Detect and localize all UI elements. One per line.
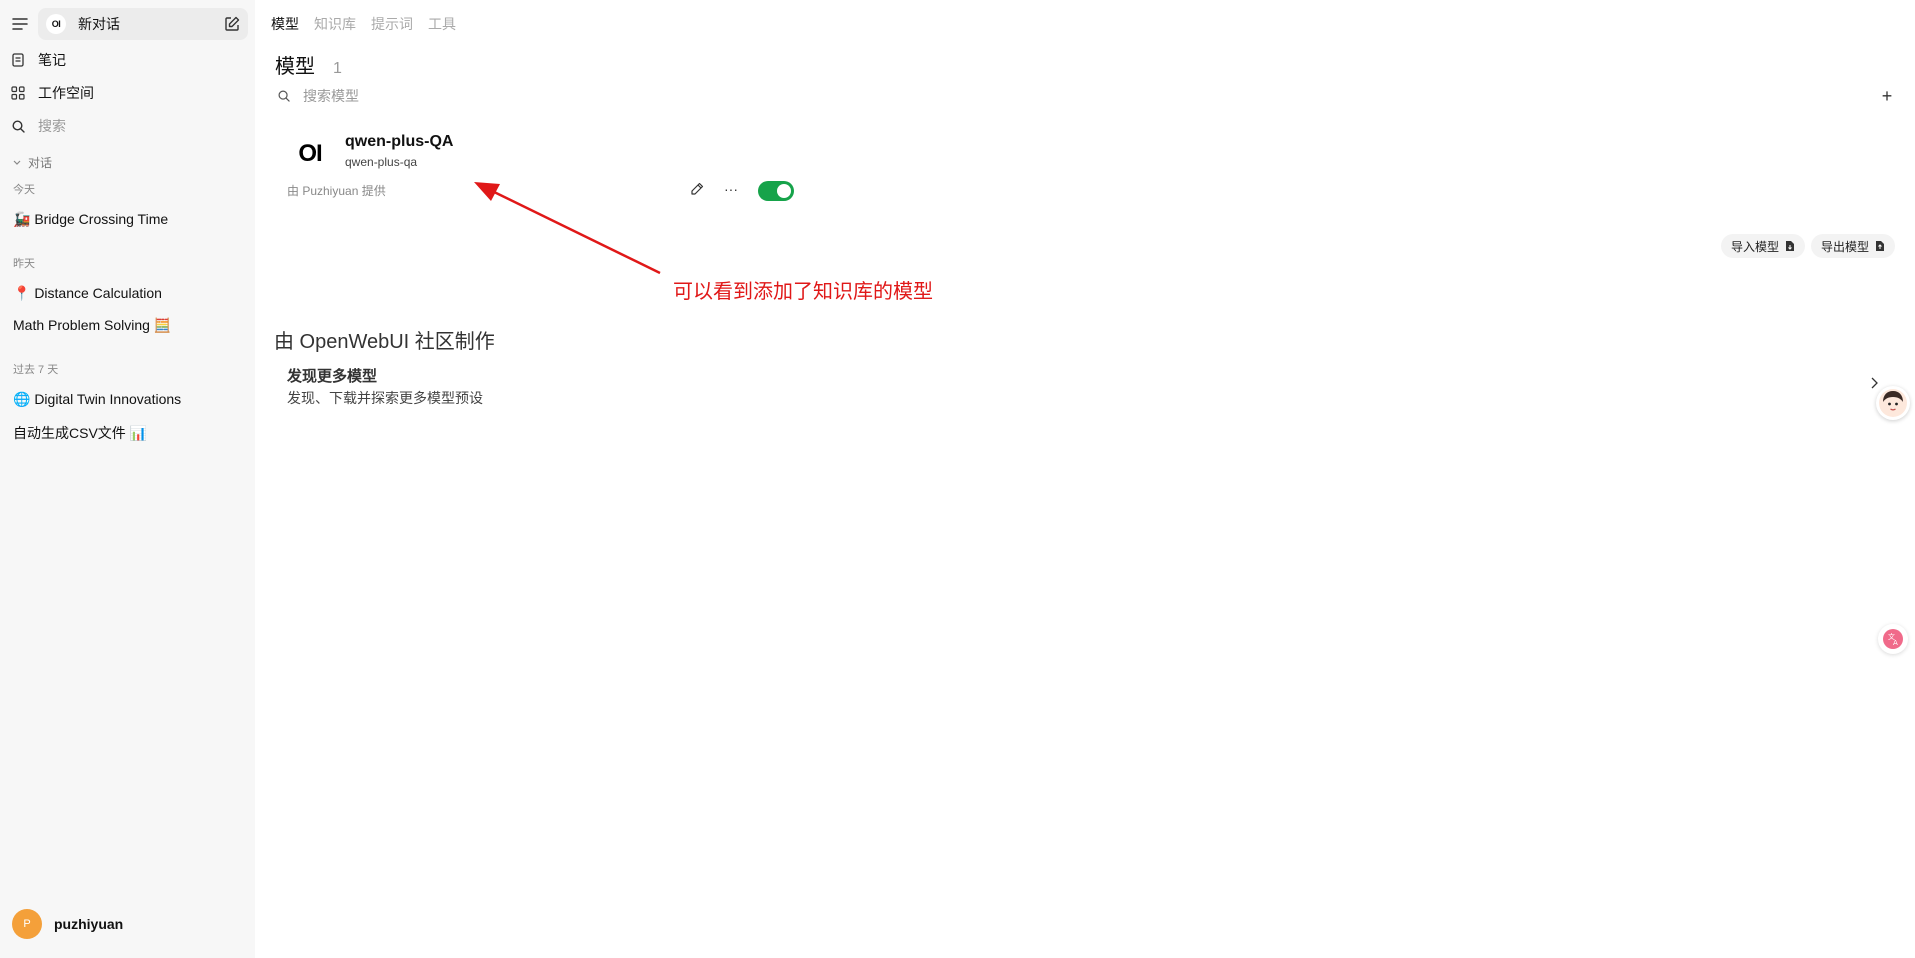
menu-icon[interactable] — [8, 12, 32, 36]
app-logo: OI — [46, 14, 66, 34]
tab-knowledge[interactable]: 知识库 — [314, 14, 356, 34]
new-chat-label: 新对话 — [78, 16, 120, 32]
user-name: puzhiyuan — [54, 916, 124, 932]
tab-models[interactable]: 模型 — [271, 14, 299, 34]
grid-icon — [10, 85, 26, 101]
annotation-text: 可以看到添加了知识库的模型 — [673, 281, 933, 303]
page-header: 模型 1 — [275, 50, 342, 79]
file-export-icon — [1875, 240, 1885, 252]
search-icon — [277, 89, 291, 103]
model-id: qwen-plus-qa — [345, 155, 418, 169]
sidebar-item-notes[interactable]: 笔记 — [10, 50, 66, 70]
chat-item[interactable]: 🚂 Bridge Crossing Time — [13, 211, 168, 228]
sidebar-item-label: 工作空间 — [38, 85, 94, 101]
page-title: 模型 — [275, 56, 315, 78]
export-models-label: 导出模型 — [1820, 239, 1869, 254]
community-section-title: 由 OpenWebUI 社区制作 — [274, 331, 495, 353]
translate-icon[interactable]: 文 A — [1878, 624, 1908, 654]
file-import-icon — [1785, 240, 1795, 252]
chat-group-toggle[interactable]: 对话 — [12, 154, 52, 171]
model-logo: OI — [298, 140, 322, 167]
sidebar-item-workspace[interactable]: 工作空间 — [10, 83, 94, 103]
edit-model-button[interactable] — [688, 180, 706, 198]
workspace-tabs: 模型 知识库 提示词 工具 — [271, 14, 456, 34]
notes-icon — [10, 52, 26, 68]
date-label-today: 今天 — [13, 184, 35, 196]
model-provider: 由 Puzhiyuan 提供 — [287, 184, 386, 198]
discover-models-title[interactable]: 发现更多模型 — [287, 365, 377, 386]
import-models-label: 导入模型 — [1730, 239, 1779, 254]
export-models-button[interactable]: 导出模型 — [1810, 234, 1895, 258]
model-search-input[interactable] — [303, 88, 703, 104]
model-card[interactable]: OI qwen-plus-QA qwen-plus-qa 由 Puzhiyuan… — [280, 126, 800, 206]
chat-item[interactable]: 🌐 Digital Twin Innovations — [13, 391, 181, 408]
avatar: P — [12, 909, 42, 939]
user-menu[interactable]: P puzhiyuan — [12, 909, 123, 939]
model-name: qwen-plus-QA — [345, 133, 454, 150]
add-model-button[interactable]: + — [1877, 86, 1897, 106]
assistant-avatar-icon[interactable] — [1876, 386, 1910, 420]
sidebar: OI 新对话 笔记 工作空间 搜索 对话 今天 🚂 Bridge Crossin… — [0, 0, 255, 958]
import-export-actions: 导入模型 导出模型 — [1720, 234, 1895, 258]
import-models-button[interactable]: 导入模型 — [1720, 234, 1805, 258]
sidebar-search-label: 搜索 — [38, 118, 66, 134]
chat-item[interactable]: 📍 Distance Calculation — [13, 285, 162, 302]
chevron-down-icon — [12, 158, 22, 168]
discover-models-subtitle: 发现、下载并探索更多模型预设 — [287, 390, 483, 406]
pencil-icon — [691, 182, 704, 195]
model-count: 1 — [333, 60, 342, 77]
search-icon — [10, 118, 26, 134]
tab-tools[interactable]: 工具 — [428, 14, 456, 34]
svg-text:A: A — [1893, 639, 1898, 647]
date-label-yesterday: 昨天 — [13, 258, 35, 270]
sidebar-search[interactable]: 搜索 — [10, 116, 66, 136]
toggle-knob — [777, 184, 791, 198]
tab-prompts[interactable]: 提示词 — [371, 14, 413, 34]
chat-item[interactable]: Math Problem Solving 🧮 — [13, 317, 171, 334]
model-search-bar: + — [277, 86, 1897, 106]
model-enabled-toggle[interactable] — [758, 181, 794, 201]
chat-group-label: 对话 — [28, 156, 53, 170]
sidebar-item-label: 笔记 — [38, 52, 66, 68]
compose-icon[interactable] — [222, 14, 242, 34]
date-label-past-7-days: 过去 7 天 — [13, 364, 59, 376]
chat-item[interactable]: 自动生成CSV文件 📊 — [13, 423, 147, 443]
new-chat-button[interactable]: OI 新对话 — [38, 8, 248, 40]
more-options-button[interactable]: ··· — [722, 180, 740, 198]
sidebar-top: OI 新对话 — [8, 8, 248, 40]
